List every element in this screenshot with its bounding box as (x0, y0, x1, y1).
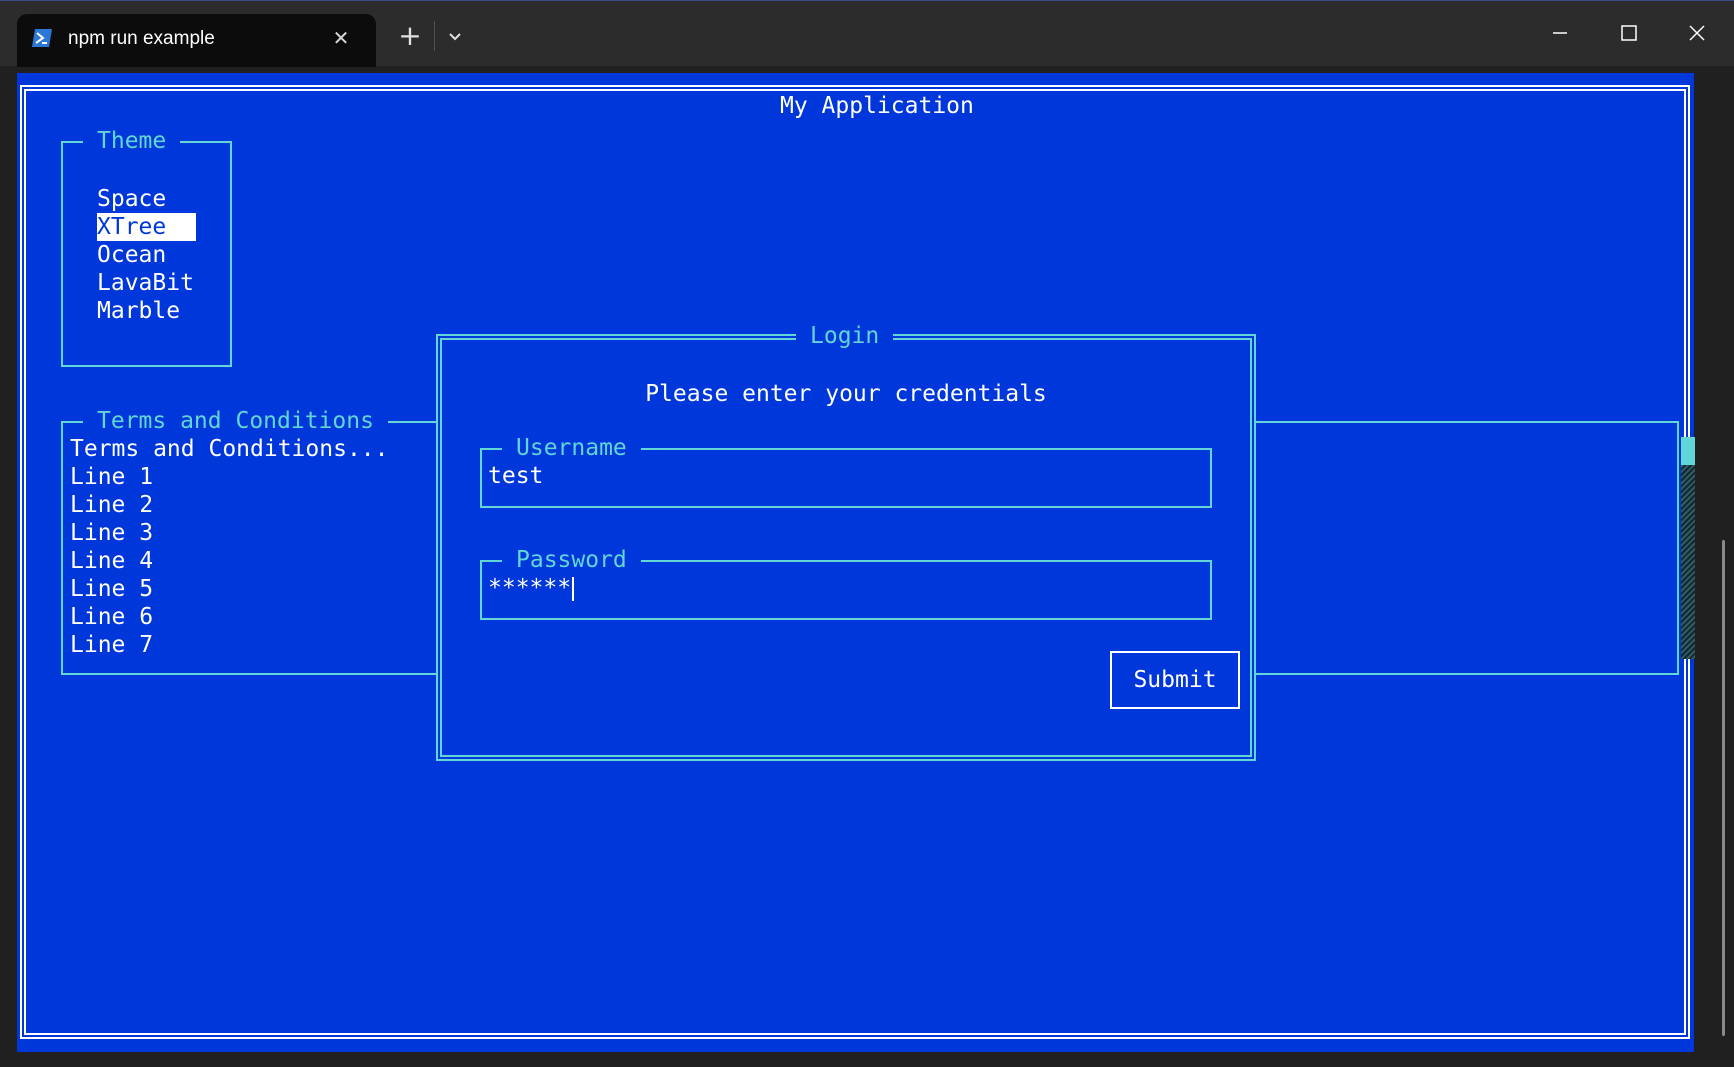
username-field[interactable]: Username test (480, 434, 1212, 508)
terms-line: Line 4 (70, 548, 154, 574)
password-field[interactable]: Password ****** (480, 546, 1212, 620)
theme-item-ocean[interactable]: Ocean (97, 241, 196, 269)
terms-line: Line 6 (70, 604, 154, 630)
password-value: ****** (488, 575, 572, 601)
maximize-icon[interactable] (1608, 17, 1648, 49)
login-message: Please enter your credentials (645, 381, 1047, 407)
powershell-icon (32, 29, 52, 47)
tab-close-icon[interactable]: ✕ (330, 27, 352, 49)
close-window-icon[interactable] (1677, 17, 1717, 49)
theme-item-lavabit[interactable]: LavaBit (97, 269, 196, 297)
chevron-down-icon[interactable] (443, 23, 467, 49)
password-input[interactable]: ****** (488, 574, 1188, 602)
minimize-icon[interactable] (1540, 17, 1580, 49)
terms-line: Line 2 (70, 492, 154, 518)
theme-panel: Theme Space XTree Ocean LavaBit Marble (61, 127, 232, 367)
login-dialog-title: Login (796, 322, 894, 350)
username-label: Username (502, 434, 641, 462)
terms-content: Terms and Conditions... Line 1 Line 2 Li… (70, 435, 389, 659)
terminal-tab[interactable]: npm run example ✕ (17, 14, 376, 67)
theme-item-xtree[interactable]: XTree (97, 213, 196, 241)
tab-title: npm run example (68, 28, 215, 49)
theme-panel-title: Theme (83, 127, 181, 155)
terms-scrollbar[interactable] (1681, 437, 1695, 659)
password-label: Password (502, 546, 641, 574)
submit-button[interactable]: Submit (1110, 651, 1240, 709)
terms-line: Line 7 (70, 632, 154, 658)
terms-line: Terms and Conditions... (70, 436, 389, 462)
window-scrollbar[interactable] (1722, 540, 1725, 1036)
theme-item-marble[interactable]: Marble (97, 297, 196, 325)
login-dialog: Login Please enter your credentials User… (436, 322, 1256, 761)
theme-item-space[interactable]: Space (97, 185, 196, 213)
window-titlebar: npm run example ✕ + (0, 0, 1734, 67)
username-input[interactable]: test (488, 462, 1188, 490)
app-title: My Application (766, 91, 988, 121)
terms-scrollbar-thumb[interactable] (1681, 437, 1695, 465)
text-caret (572, 576, 575, 601)
theme-list: Space XTree Ocean LavaBit Marble (97, 185, 196, 325)
terms-panel-title: Terms and Conditions (83, 407, 388, 435)
new-tab-icon[interactable]: + (396, 21, 424, 51)
terminal-area[interactable]: My Application Theme Space XTree Ocean L… (17, 73, 1695, 1052)
terms-line: Line 1 (70, 464, 154, 490)
terms-line: Line 5 (70, 576, 154, 602)
terms-line: Line 3 (70, 520, 154, 546)
tab-separator (434, 21, 435, 51)
